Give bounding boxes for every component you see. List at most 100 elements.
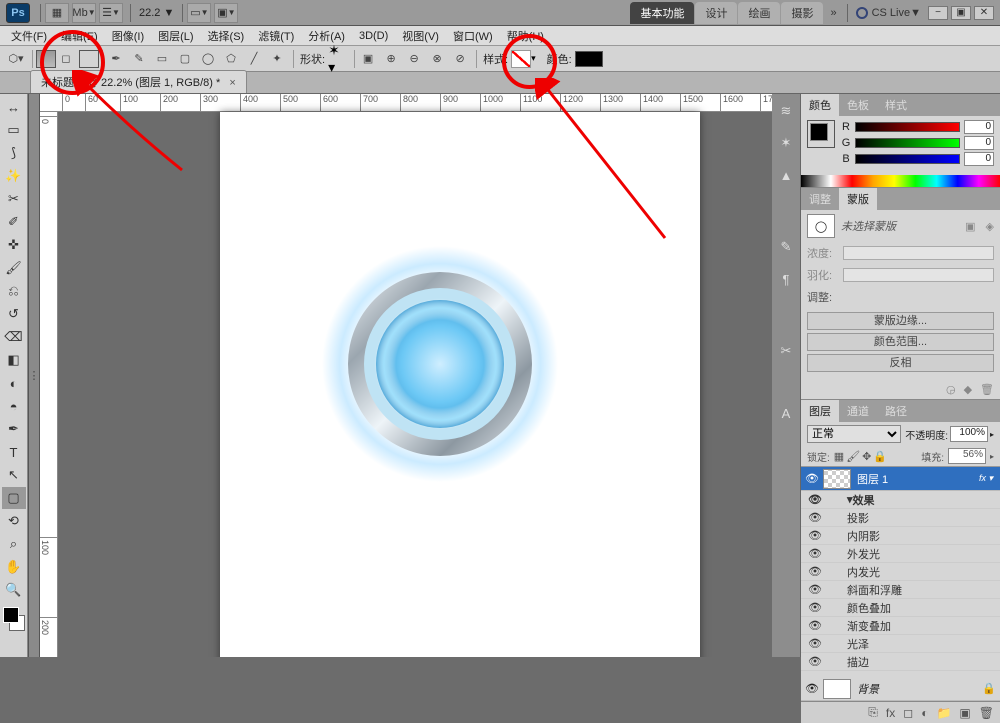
tool-preset-panel-icon[interactable]: ✂: [775, 340, 797, 362]
lock-all-icon[interactable]: 🔒: [873, 450, 887, 463]
combine-add-icon[interactable]: ⊕: [381, 49, 401, 69]
menu-window[interactable]: 窗口(W): [446, 28, 500, 44]
layer-row-background[interactable]: 👁 背景 🔒: [801, 677, 1000, 701]
shape-picker[interactable]: ✶ ▾: [328, 49, 348, 69]
effect-inner-glow[interactable]: 👁内发光: [801, 563, 1000, 581]
visibility-icon[interactable]: 👁: [801, 472, 823, 485]
3d-camera-icon[interactable]: ⌕: [2, 533, 26, 555]
adjustment-layer-icon[interactable]: ◐: [921, 706, 928, 720]
blur-tool-icon[interactable]: ◐: [2, 372, 26, 394]
rounded-rect-icon[interactable]: ▢: [175, 49, 195, 69]
mode-fill-pixels[interactable]: [79, 50, 99, 68]
menu-file[interactable]: 文件(F): [4, 28, 54, 44]
menu-image[interactable]: 图像(I): [105, 28, 151, 44]
mode-shape-layer[interactable]: [36, 50, 56, 68]
type-tool-icon[interactable]: T: [2, 441, 26, 463]
cs-live-button[interactable]: CS Live ▼: [852, 7, 925, 19]
pen-tool-icon[interactable]: ✒: [106, 49, 126, 69]
effect-gradient-overlay[interactable]: 👁渐变叠加: [801, 617, 1000, 635]
window-close[interactable]: ✕: [974, 6, 994, 20]
combine-exclude-icon[interactable]: ⊘: [450, 49, 470, 69]
screen-mode-icon[interactable]: ▣: [214, 3, 238, 23]
fill-value[interactable]: 56%: [948, 448, 986, 464]
lock-trans-icon[interactable]: ▦: [834, 450, 844, 463]
window-minimize[interactable]: −: [928, 6, 948, 20]
effects-row[interactable]: 👁▾ 效果: [801, 491, 1000, 509]
mode-path[interactable]: ◻: [56, 49, 76, 69]
tab-color[interactable]: 颜色: [801, 94, 839, 116]
rect-shape-icon[interactable]: ▭: [152, 49, 172, 69]
fill-color-swatch[interactable]: [575, 51, 603, 67]
zoom-tool-icon[interactable]: 🔍: [2, 579, 26, 601]
menu-layer[interactable]: 图层(L): [151, 28, 200, 44]
group-icon[interactable]: 📁: [936, 706, 951, 720]
heal-tool-icon[interactable]: ✜: [2, 234, 26, 256]
tool-preset-icon[interactable]: ⬡▾: [6, 49, 26, 69]
tab-layers[interactable]: 图层: [801, 400, 839, 422]
path-select-icon[interactable]: ↖: [2, 464, 26, 486]
text-panel-icon[interactable]: A: [775, 402, 797, 424]
arrange-docs-icon[interactable]: ▭: [187, 3, 211, 23]
new-layer-icon[interactable]: ▣: [959, 706, 970, 720]
link-layers-icon[interactable]: ⎘: [868, 705, 878, 720]
vector-mask-icon[interactable]: ◈: [986, 220, 994, 233]
effect-drop-shadow[interactable]: 👁投影: [801, 509, 1000, 527]
brush-tool-icon[interactable]: 🖌: [2, 257, 26, 279]
combine-new-icon[interactable]: ▣: [358, 49, 378, 69]
gradient-tool-icon[interactable]: ◧: [2, 349, 26, 371]
pen-tool-icon[interactable]: ✒: [2, 418, 26, 440]
slider-b[interactable]: B 0: [841, 152, 994, 166]
layer-fx-icon[interactable]: fx: [886, 706, 895, 720]
stamp-tool-icon[interactable]: ⎌: [2, 280, 26, 302]
marquee-tool-icon[interactable]: ▭: [2, 119, 26, 141]
effect-satin[interactable]: 👁光泽: [801, 635, 1000, 653]
menu-view[interactable]: 视图(V): [395, 28, 446, 44]
effect-outer-glow[interactable]: 👁外发光: [801, 545, 1000, 563]
eyedropper-tool-icon[interactable]: ✐: [2, 211, 26, 233]
layer-mask-icon[interactable]: ◻: [903, 706, 913, 720]
workspace-tab-design[interactable]: 设计: [695, 2, 737, 24]
opacity-value[interactable]: 100%: [950, 426, 988, 442]
menu-select[interactable]: 选择(S): [201, 28, 252, 44]
brush-panel-icon[interactable]: ✶: [775, 132, 797, 154]
effect-bevel[interactable]: 👁斜面和浮雕: [801, 581, 1000, 599]
mini-bridge-icon[interactable]: Mb: [72, 3, 96, 23]
invert-button[interactable]: 反相: [807, 354, 994, 372]
document-tab[interactable]: 未标题-1 @ 22.2% (图层 1, RGB/8) * ×: [30, 70, 247, 93]
visibility-icon[interactable]: 👁: [801, 682, 823, 695]
lock-paint-icon[interactable]: 🖌: [846, 450, 860, 463]
tab-adjust[interactable]: 调整: [801, 188, 839, 210]
char-panel-icon[interactable]: ✎: [775, 236, 797, 258]
tab-paths[interactable]: 路径: [877, 400, 915, 422]
style-picker[interactable]: [511, 50, 531, 68]
hand-tool-icon[interactable]: ✋: [2, 556, 26, 578]
crop-tool-icon[interactable]: ✂: [2, 188, 26, 210]
workspace-tab-photo[interactable]: 摄影: [781, 2, 823, 24]
workspace-tab-paint[interactable]: 绘画: [738, 2, 780, 24]
zoom-level[interactable]: 22.2 ▼: [135, 7, 178, 19]
tab-swatches[interactable]: 色板: [839, 94, 877, 116]
color-panel-swatch[interactable]: [807, 120, 835, 148]
launch-bridge-icon[interactable]: ▦: [45, 3, 69, 23]
color-range-button[interactable]: 颜色范围...: [807, 333, 994, 351]
menu-edit[interactable]: 编辑(E): [54, 28, 105, 44]
custom-shape-icon[interactable]: ✦: [267, 49, 287, 69]
history-panel-icon[interactable]: ≋: [775, 100, 797, 122]
lasso-tool-icon[interactable]: ⟆: [2, 142, 26, 164]
density-field[interactable]: [843, 246, 994, 260]
tab-styles[interactable]: 样式: [877, 94, 915, 116]
close-doc-icon[interactable]: ×: [229, 77, 235, 89]
document-canvas[interactable]: [220, 112, 700, 657]
mask-load-icon[interactable]: ◶: [946, 383, 956, 396]
color-ramp[interactable]: [801, 175, 1000, 187]
para-panel-icon[interactable]: ¶: [775, 268, 797, 290]
ellipse-shape-icon[interactable]: ◯: [198, 49, 218, 69]
layer-thumb[interactable]: [823, 469, 851, 489]
tab-mask[interactable]: 蒙版: [839, 188, 877, 210]
layer-thumb[interactable]: [823, 679, 851, 699]
line-shape-icon[interactable]: ╱: [244, 49, 264, 69]
history-brush-icon[interactable]: ↺: [2, 303, 26, 325]
eraser-tool-icon[interactable]: ⌫: [2, 326, 26, 348]
feather-field[interactable]: [843, 268, 994, 282]
canvas-area[interactable]: 0 60 100 200 300 400 500 600 700 800 900…: [40, 94, 772, 657]
